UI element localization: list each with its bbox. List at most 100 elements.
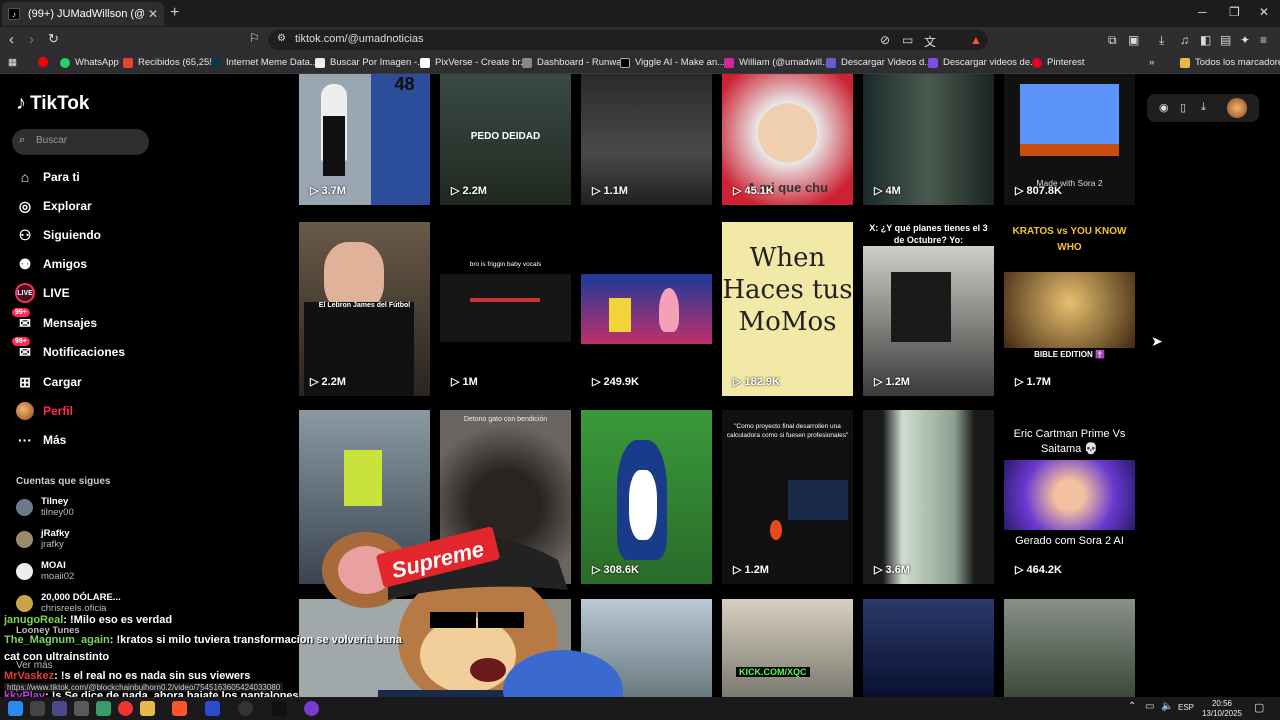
bookmark-video-downloader-1[interactable]: Descargar Videos d... bbox=[826, 57, 932, 68]
more-bookmarks-icon[interactable]: » bbox=[1149, 57, 1154, 68]
brave-taskbar-icon[interactable] bbox=[172, 701, 187, 716]
video-tile[interactable]: Eric Cartman Prime Vs Saitama 💀 Gerado c… bbox=[1004, 410, 1135, 584]
photoshop-icon[interactable] bbox=[52, 701, 67, 716]
browser-tab[interactable]: ♪ (99+) JUMadWillson (@umadnoticias) ✕ bbox=[2, 2, 164, 26]
network-icon[interactable]: ▭ bbox=[1145, 701, 1154, 712]
bookmark-image-search[interactable]: Buscar Por Imagen -... bbox=[315, 57, 425, 68]
restore-icon[interactable]: ❐ bbox=[1229, 5, 1240, 19]
tray-chevron-icon[interactable]: ⌃ bbox=[1128, 701, 1136, 712]
notification-center-icon[interactable]: ▢ bbox=[1254, 701, 1264, 714]
more-icon: ··· bbox=[18, 432, 32, 448]
nav-mas[interactable]: ··· Más bbox=[16, 430, 66, 450]
video-tile[interactable]: ▷ 249.9K bbox=[581, 222, 712, 396]
nav-cargar[interactable]: ⊞ Cargar bbox=[16, 372, 82, 392]
extensions-icon[interactable]: ⧉ bbox=[1108, 33, 1117, 48]
account-tilney[interactable]: Tilney tilney00 bbox=[16, 496, 74, 518]
start-icon[interactable] bbox=[8, 701, 23, 716]
video-tile[interactable]: "Como proyecto final desarrollen una cal… bbox=[722, 410, 853, 584]
nav-perfil[interactable]: Perfil bbox=[16, 401, 73, 421]
video-tile[interactable]: Made with Sora 2 ▷ 807.8K bbox=[1004, 74, 1135, 205]
video-tile[interactable]: When Haces tus MoMos ▷ 182.9K bbox=[722, 222, 853, 396]
language-indicator[interactable]: ESP bbox=[1178, 703, 1194, 712]
wallet-icon[interactable]: ▤ bbox=[1220, 33, 1231, 47]
app-icon[interactable] bbox=[74, 701, 89, 716]
video-tile[interactable]: PEDO DEIDAD ▷ 2.2M bbox=[440, 74, 571, 205]
upload-icon: ⊞ bbox=[19, 373, 31, 390]
nav-notificaciones[interactable]: ✉ 99+ Notificaciones bbox=[12, 337, 125, 362]
search-input[interactable]: ⌕ Buscar bbox=[12, 129, 149, 155]
video-tile[interactable]: KRATOS vs YOU KNOW WHO BIBLE EDITION ✝️ … bbox=[1004, 222, 1135, 396]
youtube-bookmark-icon[interactable] bbox=[38, 57, 53, 67]
apps-icon[interactable]: ▦ bbox=[8, 57, 17, 68]
obs-icon[interactable] bbox=[118, 701, 133, 716]
bookmark-instagram[interactable]: William (@umadwill... bbox=[724, 57, 830, 68]
video-tile[interactable]: ▷ 1.1M bbox=[581, 74, 712, 205]
app-icon[interactable] bbox=[96, 701, 111, 716]
bookmark-pinterest[interactable]: Pinterest bbox=[1032, 57, 1085, 68]
close-window-icon[interactable]: ✕ bbox=[1259, 5, 1269, 19]
account-jrafky[interactable]: jRafky jrafky bbox=[16, 528, 70, 550]
video-tile[interactable]: bro is friggin baby vocals ▷ 1M bbox=[440, 222, 571, 396]
volume-icon[interactable]: 🔈 bbox=[1161, 701, 1173, 712]
video-tile[interactable]: X: ¿Y qué planes tienes el 3 de Octubre?… bbox=[863, 222, 994, 396]
bookmark-runway[interactable]: Dashboard - Runway bbox=[522, 57, 626, 68]
nav-amigos[interactable]: ⚉ Amigos bbox=[16, 254, 87, 274]
nav-mensajes[interactable]: ✉ 99+ Mensajes bbox=[12, 308, 97, 333]
forward-icon[interactable]: › bbox=[29, 31, 34, 48]
back-icon[interactable]: ‹ bbox=[9, 31, 14, 48]
video-caption: Detono gato con bendición bbox=[463, 416, 548, 423]
vegas-icon[interactable] bbox=[205, 701, 220, 716]
bookmark-pixverse[interactable]: PixVerse - Create br... bbox=[420, 57, 528, 68]
no-tracking-icon[interactable]: ⊘ bbox=[880, 33, 890, 47]
video-tile[interactable]: El Lebron James del Fútbol ▷ 2.2M bbox=[299, 222, 430, 396]
bookmark-whatsapp[interactable]: WhatsApp bbox=[60, 57, 119, 68]
download-app-icon[interactable]: ⤓ bbox=[1201, 101, 1206, 114]
all-bookmarks-folder[interactable]: Todos los marcadores bbox=[1180, 57, 1280, 68]
home-icon: ⌂ bbox=[20, 169, 30, 185]
tiktok-logo[interactable]: ♪ TikTok bbox=[16, 92, 89, 115]
minimize-icon[interactable]: ─ bbox=[1198, 5, 1207, 19]
screen-icon[interactable]: ▭ bbox=[902, 33, 913, 47]
search-taskbar-icon[interactable] bbox=[30, 701, 45, 716]
panel-icon[interactable]: ◧ bbox=[1200, 33, 1211, 47]
device-icon[interactable]: ▯ bbox=[1180, 101, 1186, 114]
site-info-icon[interactable]: ⚙ bbox=[277, 33, 286, 44]
menu-icon[interactable]: ≡ bbox=[1260, 33, 1267, 47]
app-icon[interactable] bbox=[238, 701, 253, 716]
video-tile[interactable]: 48 ▷ 3.7M bbox=[299, 74, 430, 205]
file-explorer-icon[interactable] bbox=[140, 701, 155, 716]
bookmark-viggle[interactable]: Viggle AI - Make an... bbox=[620, 57, 725, 68]
download-icon[interactable]: ⤓ bbox=[1159, 33, 1164, 48]
sidebar-toggle-icon[interactable]: ▣ bbox=[1128, 33, 1139, 47]
app-icon[interactable] bbox=[304, 701, 319, 716]
video-tile[interactable]: ▷ 3.6M bbox=[863, 410, 994, 584]
view-count: ▷ 45.1K bbox=[733, 185, 774, 197]
coin-icon[interactable]: ◉ bbox=[1159, 101, 1169, 114]
nav-explorar[interactable]: ◎ Explorar bbox=[16, 196, 92, 216]
leo-ai-icon[interactable]: ✦ bbox=[1240, 33, 1250, 47]
nav-live[interactable]: LIVE LIVE bbox=[15, 283, 70, 303]
bookmark-icon[interactable]: ⚐ bbox=[249, 31, 260, 45]
account-chrisreels[interactable]: 20,000 DÓLARE... chrisreels.oficia bbox=[16, 592, 121, 614]
video-caption: PEDO DEIDAD bbox=[470, 131, 541, 142]
video-tile[interactable]: KICK.COM/XQC bbox=[722, 599, 853, 697]
video-tile[interactable]: ▷ 4M bbox=[863, 74, 994, 205]
bookmark-gmail[interactable]: Recibidos (65,255) bbox=[123, 57, 218, 68]
account-moai[interactable]: MOAI moaii02 bbox=[16, 560, 74, 582]
system-clock[interactable]: 20:56 13/10/2025 bbox=[1200, 699, 1244, 719]
brave-rewards-icon[interactable]: ▲ bbox=[970, 33, 982, 47]
video-tile[interactable] bbox=[1004, 599, 1135, 697]
nav-siguiendo[interactable]: ⚇ Siguiendo bbox=[16, 225, 101, 245]
nav-para-ti[interactable]: ⌂ Para ti bbox=[16, 167, 80, 187]
app-icon[interactable] bbox=[272, 701, 287, 716]
close-tab-icon[interactable]: ✕ bbox=[148, 7, 158, 21]
video-tile[interactable] bbox=[863, 599, 994, 697]
bookmark-video-downloader-2[interactable]: Descargar videos de... bbox=[928, 57, 1038, 68]
new-tab-button[interactable]: + bbox=[170, 4, 179, 22]
reload-icon[interactable]: ↻ bbox=[48, 31, 59, 47]
video-tile[interactable]: A mi que chu ▷ 45.1K bbox=[722, 74, 853, 205]
user-avatar[interactable] bbox=[1227, 98, 1247, 118]
translate-icon[interactable]: 文 bbox=[924, 33, 936, 50]
music-icon[interactable]: ♫ bbox=[1180, 33, 1189, 47]
bookmark-meme-database[interactable]: Internet Meme Data... bbox=[211, 57, 318, 68]
